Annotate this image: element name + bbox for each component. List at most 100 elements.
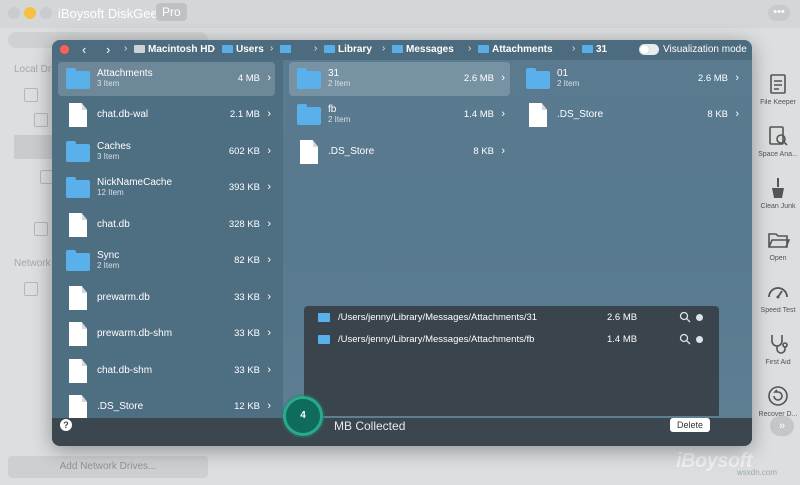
item-name: NickNameCache (97, 177, 173, 188)
item-name: prewarm.db-shm (97, 328, 173, 339)
stethoscope-icon (771, 335, 788, 354)
space-analyzer-window: ‹ › › Macintosh HD › Users › › Library ›… (52, 40, 752, 446)
chevron-right-icon[interactable]: › (267, 145, 271, 157)
list-item[interactable]: prewarm.db-shm 33 KB › (58, 317, 275, 351)
collected-item[interactable]: /Users/jenny/Library/Messages/Attachment… (304, 307, 719, 329)
item-name: chat.db (97, 219, 130, 230)
collected-item[interactable]: /Users/jenny/Library/Messages/Attachment… (304, 329, 719, 351)
chevron-right-icon[interactable]: › (267, 254, 271, 266)
tool-label: Speed Test (760, 307, 796, 314)
remove-item-button[interactable] (696, 336, 703, 343)
more-options-button[interactable]: ••• (768, 5, 790, 21)
breadcrumb-item-current[interactable]: 31 (582, 44, 607, 55)
list-item[interactable]: chat.db 328 KB › (58, 208, 275, 242)
chevron-right-icon[interactable]: › (501, 108, 505, 120)
collected-items-panel: /Users/jenny/Library/Messages/Attachment… (304, 306, 719, 416)
breadcrumb-item[interactable]: Library (324, 44, 372, 55)
item-size: 33 KB (234, 292, 260, 303)
chevron-right-icon[interactable]: › (501, 145, 505, 157)
volume-icon[interactable] (34, 113, 48, 127)
list-item[interactable]: prewarm.db 33 KB › (58, 281, 275, 315)
network-drive-icon[interactable] (24, 282, 38, 296)
file-icon (300, 140, 318, 164)
search-icon[interactable] (679, 333, 691, 345)
folder-icon (297, 68, 321, 89)
list-item[interactable]: .DS_Store 8 KB › (518, 98, 744, 132)
item-name: fb (328, 104, 337, 115)
add-network-drives-button[interactable]: Add Network Drives... (8, 456, 208, 478)
file-icon (69, 213, 87, 237)
chevron-right-icon[interactable]: › (267, 400, 271, 412)
list-item[interactable]: Attachments 3 Item 4 MB › (58, 62, 275, 96)
breadcrumb-item[interactable]: Messages (392, 44, 454, 55)
item-count: 3 Item (97, 79, 120, 88)
expand-rail-button[interactable]: » (770, 416, 794, 436)
drive-icon[interactable] (34, 222, 48, 236)
breadcrumb-item[interactable]: Users (222, 44, 264, 55)
forward-button[interactable]: › (106, 42, 110, 57)
item-name: chat.db-shm (97, 365, 153, 376)
chevron-right-icon[interactable]: › (267, 218, 271, 230)
tool-open[interactable]: Open (756, 228, 800, 284)
folder-icon (66, 141, 90, 162)
app-titlebar: iBoysoft DiskGeeker Pro ••• (0, 0, 800, 28)
list-item[interactable]: 31 2 Item 2.6 MB › (289, 62, 510, 96)
delete-button[interactable]: Delete (670, 418, 710, 432)
brand-url: wsxdn.com (737, 468, 778, 477)
chevron-right-icon[interactable]: › (267, 291, 271, 303)
breadcrumb-separator: › (382, 43, 386, 54)
chevron-right-icon[interactable]: › (267, 327, 271, 339)
item-count: 12 Item (97, 188, 124, 197)
item-count: 2 Item (328, 115, 351, 124)
zoom-window-button[interactable] (40, 7, 52, 19)
file-keeper-icon (770, 74, 786, 94)
help-button[interactable]: ? (60, 419, 72, 431)
list-item[interactable]: .DS_Store 8 KB › (289, 135, 510, 169)
collected-path: /Users/jenny/Library/Messages/Attachment… (338, 334, 535, 345)
breadcrumb-separator: › (270, 43, 274, 54)
tool-speed-test[interactable]: Speed Test (756, 280, 800, 336)
list-item[interactable]: chat.db-wal 2.1 MB › (58, 98, 275, 132)
tool-first-aid[interactable]: First Aid (756, 332, 800, 388)
list-item[interactable]: Caches 3 Item 602 KB › (58, 135, 275, 169)
visualization-mode-toggle[interactable] (639, 44, 659, 55)
list-item[interactable]: Sync 2 Item 82 KB › (58, 244, 275, 278)
item-name: Caches (97, 141, 131, 152)
close-window-button[interactable] (8, 7, 20, 19)
chevron-right-icon[interactable]: › (735, 108, 739, 120)
minimize-window-button[interactable] (24, 7, 36, 19)
chevron-right-icon[interactable]: › (267, 364, 271, 376)
chevron-right-icon[interactable]: › (735, 72, 739, 84)
list-item[interactable]: 01 2 Item 2.6 MB › (518, 62, 744, 96)
tool-clean-junk[interactable]: Clean Junk (756, 176, 800, 232)
back-button[interactable]: ‹ (82, 42, 86, 57)
list-item[interactable]: NickNameCache 12 Item 393 KB › (58, 171, 275, 205)
tool-label: Space Ana... (758, 151, 798, 158)
breadcrumb-item-redacted[interactable] (280, 44, 294, 55)
list-item[interactable]: fb 2 Item 1.4 MB › (289, 98, 510, 132)
visualization-mode-label: Visualization mode (663, 44, 747, 55)
chevron-right-icon[interactable]: › (501, 72, 505, 84)
item-name: chat.db-wal (97, 109, 149, 120)
search-icon[interactable] (679, 311, 691, 323)
chevron-right-icon[interactable]: › (267, 108, 271, 120)
speed-test-icon (768, 287, 788, 299)
item-count: 2 Item (328, 79, 351, 88)
folder-icon (297, 104, 321, 125)
close-modal-button[interactable] (60, 45, 69, 54)
breadcrumb-item[interactable]: Macintosh HD (134, 44, 215, 55)
breadcrumb-separator: › (212, 43, 216, 54)
tool-space-analyzer[interactable]: Space Ana... (756, 124, 800, 180)
column-1: Attachments 3 Item 4 MB › chat.db-wal 2.… (52, 60, 283, 419)
tool-file-keeper[interactable]: File Keeper (756, 72, 800, 128)
folder-icon (526, 68, 550, 89)
hard-drive-icon (134, 45, 145, 53)
drive-icon[interactable] (24, 88, 38, 102)
remove-item-button[interactable] (696, 314, 703, 321)
chevron-right-icon[interactable]: › (267, 72, 271, 84)
chevron-right-icon[interactable]: › (267, 181, 271, 193)
collected-path: /Users/jenny/Library/Messages/Attachment… (338, 312, 538, 323)
breadcrumb-item[interactable]: Attachments (478, 44, 553, 55)
item-size: 8 KB (473, 146, 494, 157)
list-item[interactable]: chat.db-shm 33 KB › (58, 354, 275, 388)
